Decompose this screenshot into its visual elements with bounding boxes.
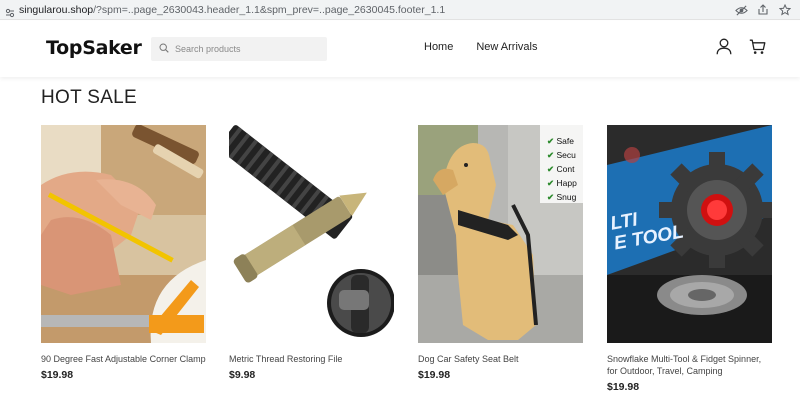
checklist-item: ✔ Cont	[547, 162, 577, 176]
product-name[interactable]: Dog Car Safety Seat Belt	[418, 353, 583, 365]
product-price: $9.98	[229, 369, 256, 381]
eye-off-icon[interactable]	[734, 3, 748, 17]
bookmark-star-icon[interactable]	[778, 3, 792, 17]
product-card[interactable]: ✔ Safe ✔ Secu ✔ Cont ✔ Happ ✔ Snug Dog C…	[418, 125, 583, 381]
product-name[interactable]: 90 Degree Fast Adjustable Corner Clamp	[41, 353, 206, 365]
checkmark-icon: ✔	[547, 178, 555, 188]
checklist-text: Snug	[556, 192, 577, 202]
site-header: TopSaker Home New Arrivals	[0, 21, 800, 77]
checklist-text: Secu	[556, 150, 576, 160]
cart-icon[interactable]	[749, 39, 766, 60]
product-image[interactable]: LTI E TOOL	[607, 125, 772, 343]
url-text: singularou.shop/?spm=..page_2630043.head…	[19, 4, 445, 16]
product-image[interactable]	[41, 125, 206, 343]
product-price: $19.98	[418, 369, 451, 381]
nav-home[interactable]: Home	[424, 41, 453, 53]
product-image[interactable]: ✔ Safe ✔ Secu ✔ Cont ✔ Happ ✔ Snug	[418, 125, 583, 343]
share-icon[interactable]	[756, 3, 770, 17]
site-logo[interactable]: TopSaker	[46, 37, 142, 59]
search-input[interactable]	[175, 44, 315, 54]
product-image[interactable]	[229, 125, 394, 343]
checkmark-icon: ✔	[547, 150, 555, 160]
checklist-text: Safe	[556, 136, 575, 146]
feature-checklist: ✔ Safe ✔ Secu ✔ Cont ✔ Happ ✔ Snug	[547, 134, 577, 204]
checkmark-icon: ✔	[547, 192, 555, 202]
product-card[interactable]: LTI E TOOL Snowflake Multi-Tool & Fidget…	[607, 125, 772, 393]
browser-address-bar: singularou.shop/?spm=..page_2630043.head…	[0, 0, 800, 20]
product-price: $19.98	[607, 381, 640, 393]
checklist-item: ✔ Secu	[547, 148, 577, 162]
nav-new-arrivals[interactable]: New Arrivals	[476, 41, 537, 53]
product-name[interactable]: Snowflake Multi-Tool & Fidget Spinner, f…	[607, 353, 772, 377]
url-host: singularou.shop	[19, 4, 94, 16]
url-path: /?spm=..page_2630043.header_1.1&spm_prev…	[93, 4, 446, 16]
product-card[interactable]: 90 Degree Fast Adjustable Corner Clamp $…	[41, 125, 206, 381]
product-price: $19.98	[41, 369, 74, 381]
checklist-item: ✔ Snug	[547, 190, 577, 204]
search-bar[interactable]	[151, 37, 327, 61]
product-card[interactable]: Metric Thread Restoring File $9.98	[229, 125, 394, 381]
checkmark-icon: ✔	[547, 136, 555, 146]
checklist-text: Happ	[556, 178, 577, 188]
url-field[interactable]: singularou.shop/?spm=..page_2630043.head…	[0, 1, 800, 19]
main-nav: Home New Arrivals	[424, 41, 537, 53]
checkmark-icon: ✔	[547, 164, 555, 174]
account-icon[interactable]	[716, 38, 732, 60]
site-info-icon[interactable]	[5, 5, 15, 18]
checklist-text: Cont	[556, 164, 575, 174]
checklist-item: ✔ Happ	[547, 176, 577, 190]
checklist-item: ✔ Safe	[547, 134, 577, 148]
section-title: HOT SALE	[41, 87, 138, 108]
search-icon	[159, 40, 169, 58]
product-name[interactable]: Metric Thread Restoring File	[229, 353, 394, 365]
